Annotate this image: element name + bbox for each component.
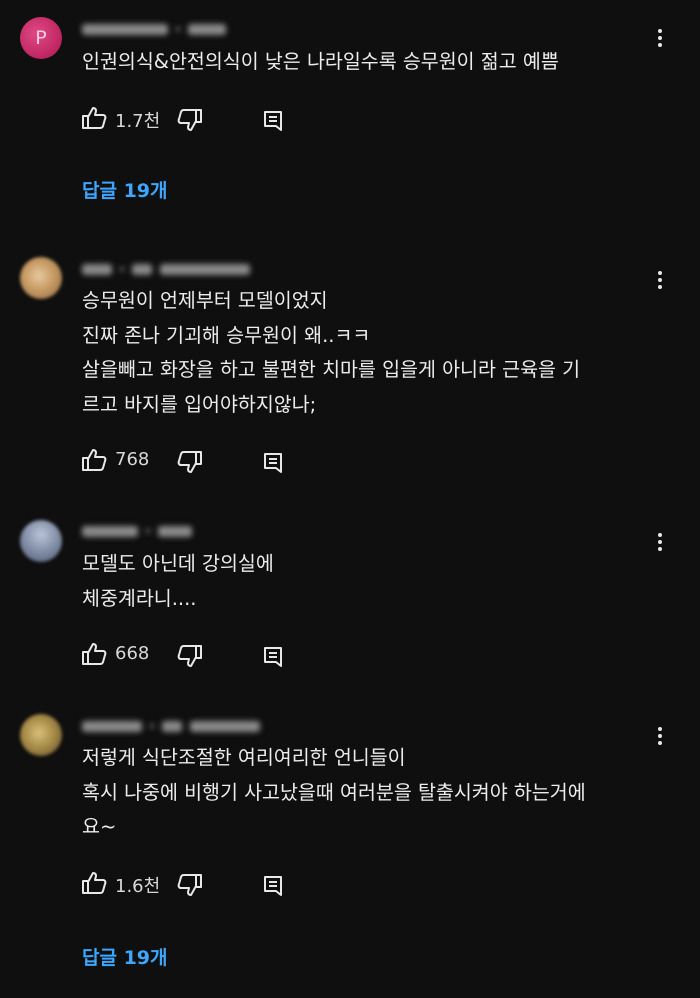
- thumb-up-icon[interactable]: [80, 446, 108, 474]
- comment-reply-icon[interactable]: [262, 110, 286, 132]
- comment-line: 르고 바지를 입어야하지않나;: [82, 392, 317, 416]
- comment-line: 모델도 아닌데 강의실에: [82, 552, 274, 575]
- thumb-down-icon[interactable]: [176, 106, 204, 134]
- comment-line: 인권의식&안전의식이 낮은 나라일수록 승무원이 젊고 예쁨: [82, 50, 559, 73]
- avatar[interactable]: [20, 257, 62, 299]
- comment-actions: 768: [80, 446, 320, 476]
- comment-text: 인권의식&안전의식이 낮은 나라일수록 승무원이 젊고 예쁨: [82, 45, 682, 80]
- comment-author-meta-blurred: [82, 262, 250, 276]
- thumb-up-icon[interactable]: [80, 104, 108, 132]
- like-count: 668: [115, 643, 150, 664]
- comment-line: 진짜 존나 기괴해 승무원이 왜..ㅋㅋ: [82, 323, 371, 347]
- comment-author-meta-blurred: [82, 22, 226, 36]
- comment-line: 살을빼고 화장을 하고 불편한 치마를 입을게 아니라 근육을 기: [82, 358, 581, 381]
- comment-line: 승무원이 언제부터 모델이었지: [82, 289, 328, 312]
- comment-reply-icon[interactable]: [262, 875, 286, 897]
- comment-line: 요~: [82, 815, 117, 838]
- view-replies-link[interactable]: 답글 19개: [82, 176, 168, 203]
- view-replies-link[interactable]: 답글 19개: [82, 943, 168, 970]
- avatar[interactable]: [20, 520, 62, 562]
- like-count: 1.6천: [115, 876, 161, 897]
- comment-author-meta-blurred: [82, 719, 260, 733]
- comment-text: 승무원이 언제부터 모델이었지 진짜 존나 기괴해 승무원이 왜..ㅋㅋ 살을빼…: [82, 284, 682, 422]
- like-count: 1.7천: [115, 111, 161, 132]
- thumb-down-icon[interactable]: [176, 642, 204, 670]
- comment-actions: 1.6천: [80, 869, 320, 899]
- comment-text: 저렇게 식단조절한 여리여리한 언니들이 혹시 나중에 비행기 사고났을때 여러…: [82, 741, 682, 845]
- avatar-letter: P: [35, 27, 47, 49]
- comment-actions: 1.7천: [80, 104, 320, 134]
- comment-reply-icon[interactable]: [262, 646, 286, 668]
- comment-line: 체중계라니....: [82, 586, 197, 610]
- comment-text: 모델도 아닌데 강의실에 체중계라니....: [82, 547, 682, 616]
- thumb-down-icon[interactable]: [176, 871, 204, 899]
- like-count: 768: [115, 449, 150, 470]
- thumb-up-icon[interactable]: [80, 869, 108, 897]
- comment-line: 저렇게 식단조절한 여리여리한 언니들이: [82, 746, 406, 769]
- thumb-down-icon[interactable]: [176, 448, 204, 476]
- comment-line: 혹시 나중에 비행기 사고났을때 여러분을 탈출시켜야 하는거에: [82, 780, 586, 804]
- thumb-up-icon[interactable]: [80, 640, 108, 668]
- avatar[interactable]: [20, 714, 62, 756]
- comment-actions: 668: [80, 640, 320, 670]
- comment-reply-icon[interactable]: [262, 452, 286, 474]
- avatar[interactable]: P: [20, 17, 62, 59]
- comment-author-meta-blurred: [82, 524, 192, 538]
